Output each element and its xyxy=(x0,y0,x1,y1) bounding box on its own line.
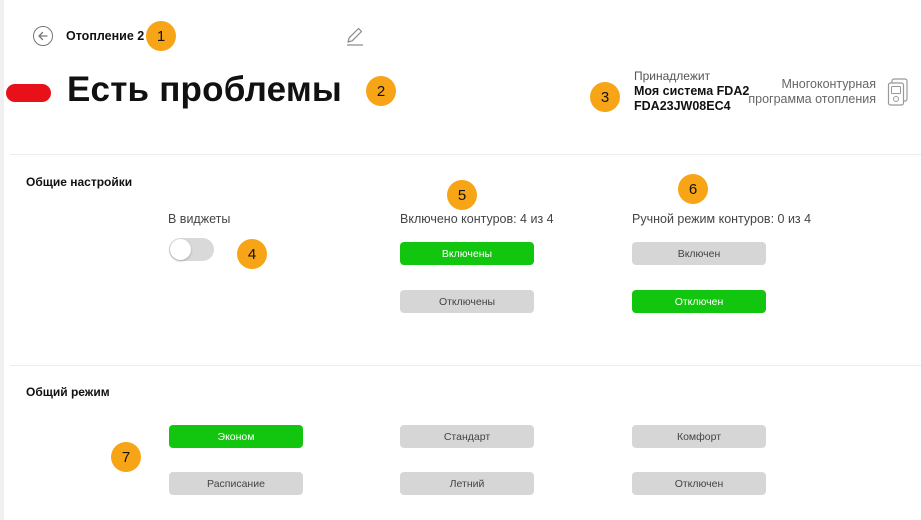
annotation-badge-2: 2 xyxy=(366,76,396,106)
manual-on-button[interactable]: Включен xyxy=(632,242,766,265)
widgets-label: В виджеты xyxy=(168,212,231,226)
pencil-icon[interactable] xyxy=(344,25,366,47)
general-mode-title: Общий режим xyxy=(26,385,110,399)
mode-button-schedule[interactable]: Расписание xyxy=(169,472,303,495)
divider xyxy=(10,365,921,366)
status-heading: Есть проблемы xyxy=(67,70,342,109)
circuits-on-button[interactable]: Включены xyxy=(400,242,534,265)
program-line-2: программа отопления xyxy=(748,92,876,106)
mode-button-comfort[interactable]: Комфорт xyxy=(632,425,766,448)
program-line-1: Многоконтурная xyxy=(781,77,876,91)
back-button[interactable] xyxy=(33,26,53,46)
annotation-badge-4: 4 xyxy=(237,239,267,269)
arrow-left-icon xyxy=(38,31,48,41)
divider xyxy=(10,154,921,155)
annotation-badge-5: 5 xyxy=(447,180,477,210)
annotation-badge-1: 1 xyxy=(146,21,176,51)
circuits-enabled-label: Включено контуров: 4 из 4 xyxy=(400,212,554,226)
owner-system-id: FDA23JW08EC4 xyxy=(634,99,731,113)
status-indicator xyxy=(6,84,51,102)
annotation-badge-7: 7 xyxy=(111,442,141,472)
circuits-off-button[interactable]: Отключены xyxy=(400,290,534,313)
widgets-toggle[interactable] xyxy=(169,238,214,261)
annotation-badge-3: 3 xyxy=(590,82,620,112)
program-type: Многоконтурная программа отопления xyxy=(742,77,876,107)
mode-button-off[interactable]: Отключен xyxy=(632,472,766,495)
owner-system-name[interactable]: Моя система FDA2 xyxy=(634,84,749,99)
manual-mode-label: Ручной режим контуров: 0 из 4 xyxy=(632,212,812,226)
owner-label: Принадлежит xyxy=(634,69,711,83)
general-settings-title: Общие настройки xyxy=(26,175,133,189)
device-icon[interactable] xyxy=(887,78,909,106)
toggle-knob xyxy=(170,239,191,260)
page-title: Отопление 2 xyxy=(66,29,145,43)
left-rail xyxy=(0,0,4,520)
annotation-badge-6: 6 xyxy=(678,174,708,204)
mode-button-summer[interactable]: Летний xyxy=(400,472,534,495)
manual-off-button[interactable]: Отключен xyxy=(632,290,766,313)
mode-button-standard[interactable]: Стандарт xyxy=(400,425,534,448)
mode-button-economy[interactable]: Эконом xyxy=(169,425,303,448)
owner-info: Принадлежит Моя система FDA2 FDA23JW08EC… xyxy=(634,69,749,114)
